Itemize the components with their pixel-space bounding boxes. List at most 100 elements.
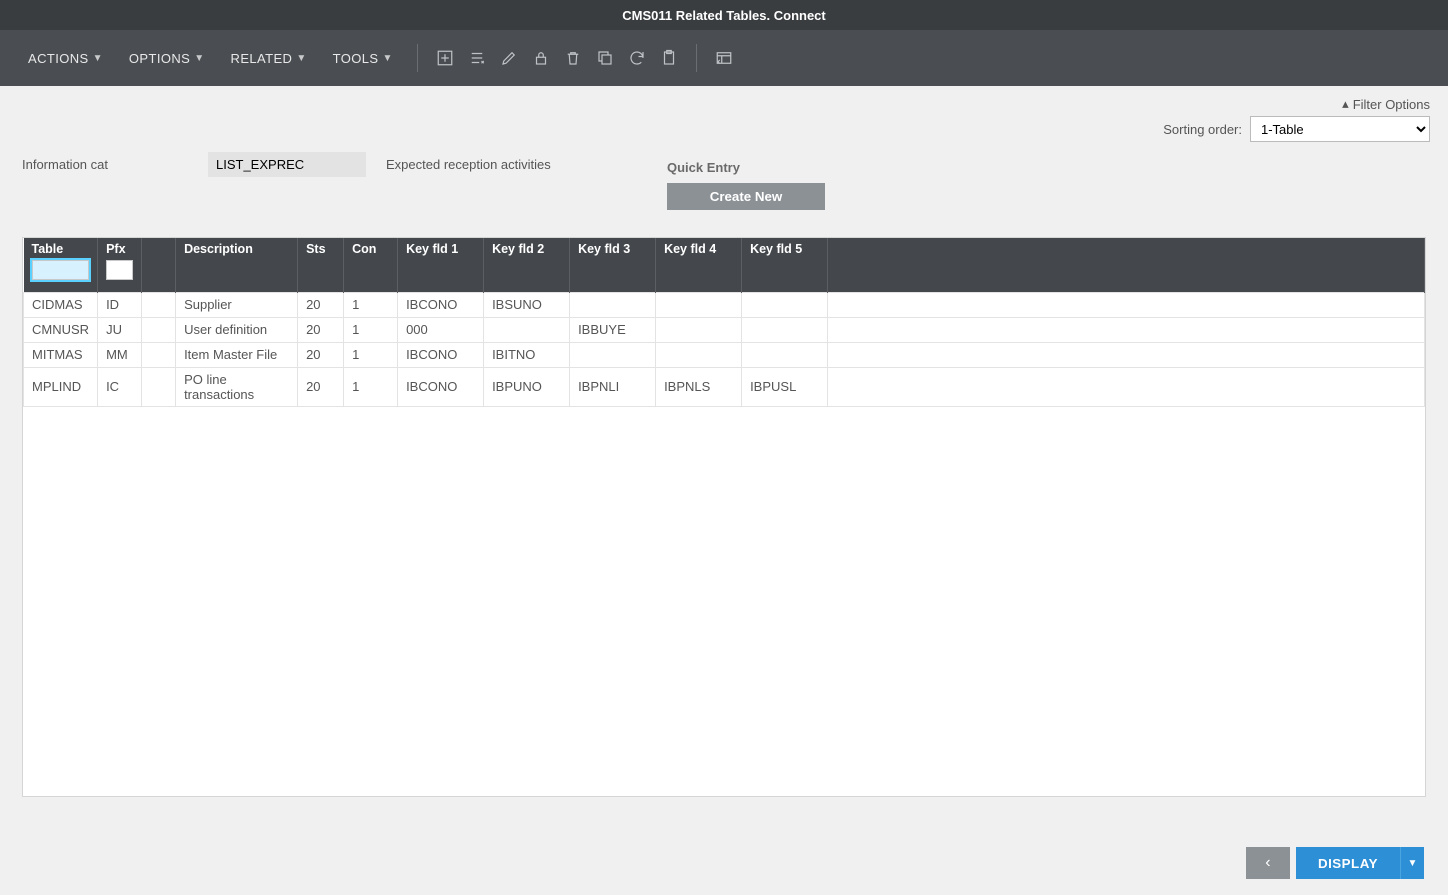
- col-header-table[interactable]: Table: [24, 238, 98, 292]
- table-row[interactable]: CIDMASID Supplier201IBCONOIBSUNO: [24, 292, 1425, 317]
- col-header-kf5[interactable]: Key fld 5: [742, 238, 828, 292]
- toolbar-separator: [696, 44, 697, 72]
- col-header-kf1[interactable]: Key fld 1: [398, 238, 484, 292]
- cell-kf2: IBSUNO: [484, 292, 570, 317]
- edit-icon[interactable]: [496, 45, 522, 71]
- menu-label: OPTIONS: [129, 51, 190, 66]
- info-cat-label: Information cat: [22, 157, 192, 172]
- cell-empty: [142, 367, 176, 406]
- lock-icon[interactable]: [528, 45, 554, 71]
- list-icon[interactable]: [464, 45, 490, 71]
- toolbar-separator: [417, 44, 418, 72]
- actions-menu[interactable]: ACTIONS ▼: [18, 43, 113, 74]
- create-new-button[interactable]: Create New: [667, 183, 825, 210]
- cell-desc: Supplier: [176, 292, 298, 317]
- display-dropdown[interactable]: ▼: [1400, 847, 1424, 879]
- cell-empty: [828, 317, 1425, 342]
- chevron-down-icon: ▼: [194, 53, 204, 64]
- cell-kf4: [656, 317, 742, 342]
- cell-kf2: IBPUNO: [484, 367, 570, 406]
- cell-con: 1: [344, 317, 398, 342]
- cell-table: CMNUSR: [24, 317, 98, 342]
- info-cat-description: Expected reception activities: [386, 157, 551, 172]
- cell-sts: 20: [298, 317, 344, 342]
- col-header-actions: [142, 238, 176, 292]
- col-header-pfx[interactable]: Pfx: [98, 238, 142, 292]
- cell-kf5: IBPUSL: [742, 367, 828, 406]
- cell-table: MPLIND: [24, 367, 98, 406]
- col-header-description[interactable]: Description: [176, 238, 298, 292]
- results-grid[interactable]: Table Pfx Description Sts C: [22, 237, 1426, 797]
- add-icon[interactable]: [432, 45, 458, 71]
- chevron-up-icon: ▴: [1342, 96, 1349, 112]
- cell-kf4: [656, 292, 742, 317]
- table-row[interactable]: MITMASMMItem Master File201IBCONOIBITNO: [24, 342, 1425, 367]
- cell-empty: [828, 342, 1425, 367]
- menubar: ACTIONS ▼ OPTIONS ▼ RELATED ▼ TOOLS ▼: [0, 30, 1448, 86]
- delete-icon[interactable]: [560, 45, 586, 71]
- info-cat-value: [208, 152, 366, 177]
- cell-kf3: IBBUYE: [570, 317, 656, 342]
- back-button[interactable]: ‹: [1246, 847, 1290, 879]
- layout-icon[interactable]: [711, 45, 737, 71]
- cell-kf3: IBPNLI: [570, 367, 656, 406]
- cell-kf1: IBCONO: [398, 342, 484, 367]
- cell-kf5: [742, 317, 828, 342]
- cell-desc: User definition: [176, 317, 298, 342]
- filter-options-label: Filter Options: [1353, 97, 1430, 112]
- cell-table: MITMAS: [24, 342, 98, 367]
- menu-label: TOOLS: [333, 51, 379, 66]
- cell-kf2: IBITNO: [484, 342, 570, 367]
- menu-label: RELATED: [231, 51, 293, 66]
- chevron-down-icon: ▼: [296, 53, 306, 64]
- cell-table: CIDMAS: [24, 292, 98, 317]
- cell-empty: [828, 367, 1425, 406]
- cell-sts: 20: [298, 342, 344, 367]
- cell-sts: 20: [298, 292, 344, 317]
- cell-pfx: JU: [98, 317, 142, 342]
- cell-empty: [142, 342, 176, 367]
- cell-sts: 20: [298, 367, 344, 406]
- cell-empty: [142, 317, 176, 342]
- cell-empty: [828, 292, 1425, 317]
- table-row[interactable]: CMNUSRJU User definition201000 IBBUYE: [24, 317, 1425, 342]
- col-header-fill: [828, 238, 1425, 292]
- quick-entry-label: Quick Entry: [667, 160, 825, 175]
- filter-table[interactable]: [32, 260, 90, 280]
- related-menu[interactable]: RELATED ▼: [221, 43, 317, 74]
- refresh-icon[interactable]: [624, 45, 650, 71]
- cell-empty: [142, 292, 176, 317]
- col-header-kf2[interactable]: Key fld 2: [484, 238, 570, 292]
- chevron-down-icon: ▼: [93, 53, 103, 64]
- col-header-kf4[interactable]: Key fld 4: [656, 238, 742, 292]
- sort-order-label: Sorting order:: [1163, 122, 1242, 137]
- col-header-kf3[interactable]: Key fld 3: [570, 238, 656, 292]
- cell-kf2: [484, 317, 570, 342]
- footer: ‹ DISPLAY ▼: [0, 831, 1448, 895]
- col-header-sts[interactable]: Sts: [298, 238, 344, 292]
- options-menu[interactable]: OPTIONS ▼: [119, 43, 215, 74]
- cell-kf3: [570, 292, 656, 317]
- sort-order-select[interactable]: 1-Table: [1250, 116, 1430, 142]
- filter-pfx[interactable]: [106, 260, 133, 280]
- cell-kf1: IBCONO: [398, 367, 484, 406]
- chevron-down-icon: ▼: [382, 53, 392, 64]
- clipboard-icon[interactable]: [656, 45, 682, 71]
- filter-options-toggle[interactable]: ▴ Filter Options: [1342, 96, 1430, 112]
- col-header-con[interactable]: Con: [344, 238, 398, 292]
- table-row[interactable]: MPLINDICPO line transactions201IBCONOIBP…: [24, 367, 1425, 406]
- cell-desc: PO line transactions: [176, 367, 298, 406]
- cell-pfx: MM: [98, 342, 142, 367]
- display-button[interactable]: DISPLAY: [1296, 847, 1400, 879]
- cell-kf1: IBCONO: [398, 292, 484, 317]
- tools-menu[interactable]: TOOLS ▼: [323, 43, 403, 74]
- cell-con: 1: [344, 367, 398, 406]
- copy-icon[interactable]: [592, 45, 618, 71]
- cell-pfx: ID: [98, 292, 142, 317]
- cell-kf4: IBPNLS: [656, 367, 742, 406]
- cell-kf5: [742, 292, 828, 317]
- cell-con: 1: [344, 292, 398, 317]
- cell-con: 1: [344, 342, 398, 367]
- cell-kf1: 000: [398, 317, 484, 342]
- cell-kf4: [656, 342, 742, 367]
